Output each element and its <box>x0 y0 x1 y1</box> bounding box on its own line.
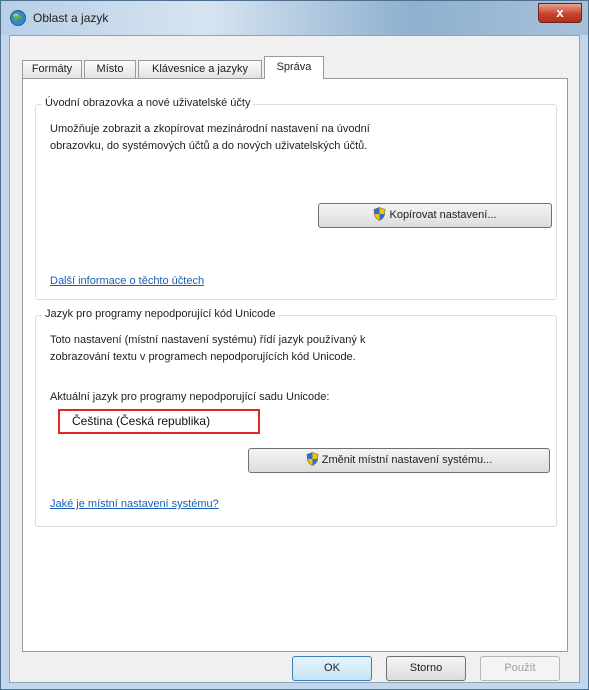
copy-settings-label: Kopírovat nastavení... <box>389 209 497 221</box>
welcome-group-title: Úvodní obrazovka a nové uživatelské účty <box>42 97 254 109</box>
apply-button[interactable]: Použít <box>480 656 560 681</box>
close-button[interactable]: x <box>538 3 582 23</box>
what-is-system-locale-link[interactable]: Jaké je místní nastavení systému? <box>50 498 219 510</box>
window-title: Oblast a jazyk <box>33 11 109 25</box>
tab-location[interactable]: Místo <box>84 60 136 78</box>
current-language-label: Aktuální jazyk pro programy nepodporujíc… <box>50 391 330 403</box>
cancel-button[interactable]: Storno <box>386 656 466 681</box>
unicode-language-group: Jazyk pro programy nepodporující kód Uni… <box>35 308 557 527</box>
tab-formats[interactable]: Formáty <box>22 60 82 78</box>
tab-keyboards-languages[interactable]: Klávesnice a jazyky <box>138 60 262 78</box>
change-system-locale-button[interactable]: Změnit místní nastavení systému... <box>248 448 550 473</box>
ok-button[interactable]: OK <box>292 656 372 681</box>
tab-panel-administrative: Úvodní obrazovka a nové uživatelské účty… <box>22 78 568 652</box>
unicode-group-title: Jazyk pro programy nepodporující kód Uni… <box>42 308 279 320</box>
uac-shield-icon <box>306 452 319 466</box>
current-language-value: Čeština (Česká republika) <box>72 414 211 428</box>
uac-shield-icon <box>374 207 386 221</box>
change-system-locale-label: Změnit místní nastavení systému... <box>321 454 493 466</box>
dialog-client-area: Formáty Místo Klávesnice a jazyky Správa… <box>9 35 580 683</box>
title-bar[interactable]: Oblast a jazyk x <box>1 1 588 35</box>
welcome-screen-group: Úvodní obrazovka a nové uživatelské účty… <box>35 97 557 300</box>
unicode-description-line1: Toto nastavení (místní nastavení systému… <box>50 334 366 346</box>
copy-settings-button[interactable]: Kopírovat nastavení... <box>318 203 552 228</box>
dialog-window: Oblast a jazyk x Formáty Místo Klávesnic… <box>0 0 589 690</box>
more-info-link[interactable]: Další informace o těchto účtech <box>50 275 204 287</box>
welcome-description-line1: Umožňuje zobrazit a zkopírovat mezinárod… <box>50 123 370 135</box>
welcome-description-line2: obrazovku, do systémových účtů a do nový… <box>50 140 368 152</box>
tab-administrative[interactable]: Správa <box>264 56 324 79</box>
unicode-description-line2: zobrazování textu v programech nepodporu… <box>50 351 356 363</box>
globe-icon <box>10 10 26 26</box>
